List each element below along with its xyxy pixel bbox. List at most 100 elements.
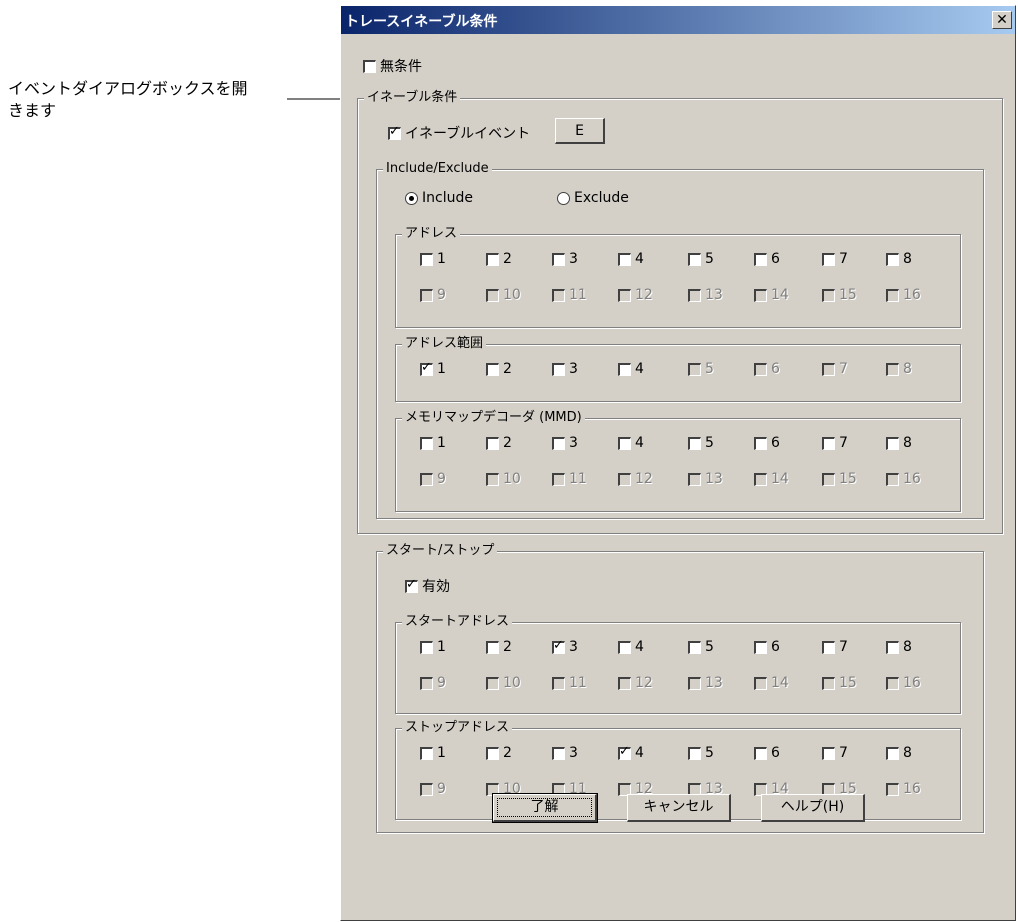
address-checkbox-4[interactable]: 4 xyxy=(618,251,644,267)
stop-address-checkbox-1[interactable]: 1 xyxy=(420,745,446,761)
unconditional-box[interactable] xyxy=(363,59,376,73)
address-checkbox-5[interactable]: 5 xyxy=(688,251,714,267)
ok-button[interactable]: 了解 xyxy=(492,793,598,823)
exclude-radio-circle[interactable] xyxy=(557,191,570,205)
address-range-checkbox-3-box[interactable] xyxy=(552,362,565,376)
address-checkbox-7-box[interactable] xyxy=(822,252,835,266)
start-stop-valid-checkbox[interactable]: 有効 xyxy=(405,576,450,596)
mmd-checkbox-2-box[interactable] xyxy=(486,436,499,450)
cancel-button[interactable]: キャンセル xyxy=(627,794,731,822)
start-address-checkbox-10-label: 10 xyxy=(503,675,521,691)
stop-address-checkbox-4[interactable]: 4 xyxy=(618,744,644,761)
address-checkbox-2-box[interactable] xyxy=(486,252,499,266)
address-checkbox-6[interactable]: 6 xyxy=(754,251,780,267)
help-button[interactable]: ヘルプ(H) xyxy=(761,794,865,822)
stop-address-checkbox-1-box[interactable] xyxy=(420,746,433,760)
event-e-button[interactable]: E xyxy=(555,118,605,144)
address-range-checkbox-2-box[interactable] xyxy=(486,362,499,376)
address-checkbox-1[interactable]: 1 xyxy=(420,251,446,267)
mmd-checkbox-2[interactable]: 2 xyxy=(486,435,512,451)
start-address-checkbox-5-box[interactable] xyxy=(688,640,701,654)
stop-address-checkbox-3-box[interactable] xyxy=(552,746,565,760)
include-radio-circle[interactable] xyxy=(405,191,418,205)
stop-address-checkbox-6[interactable]: 6 xyxy=(754,745,780,761)
stop-address-checkbox-2[interactable]: 2 xyxy=(486,745,512,761)
start-address-checkbox-2[interactable]: 2 xyxy=(486,639,512,655)
address-checkbox-15-label: 15 xyxy=(839,287,857,303)
address-checkbox-13-label: 13 xyxy=(705,287,723,303)
address-checkbox-16-label: 16 xyxy=(903,287,921,303)
mmd-checkbox-4[interactable]: 4 xyxy=(618,435,644,451)
start-address-checkbox-7[interactable]: 7 xyxy=(822,639,848,655)
mmd-checkbox-1-box[interactable] xyxy=(420,436,433,450)
stop-address-checkbox-5-box[interactable] xyxy=(688,746,701,760)
address-checkbox-4-box[interactable] xyxy=(618,252,631,266)
mmd-checkbox-3-box[interactable] xyxy=(552,436,565,450)
address-checkbox-8[interactable]: 8 xyxy=(886,251,912,267)
start-address-checkbox-1-box[interactable] xyxy=(420,640,433,654)
mmd-checkbox-4-box[interactable] xyxy=(618,436,631,450)
start-stop-valid-box[interactable] xyxy=(405,577,418,593)
stop-address-checkbox-4-box[interactable] xyxy=(618,744,631,760)
stop-address-checkbox-9: 9 xyxy=(420,781,446,797)
start-address-checkbox-3[interactable]: 3 xyxy=(552,638,578,655)
start-address-checkbox-3-box[interactable] xyxy=(552,638,565,654)
address-checkbox-7[interactable]: 7 xyxy=(822,251,848,267)
mmd-checkbox-5[interactable]: 5 xyxy=(688,435,714,451)
mmd-checkbox-7-box[interactable] xyxy=(822,436,835,450)
start-address-checkbox-2-box[interactable] xyxy=(486,640,499,654)
address-range-checkbox-1[interactable]: 1 xyxy=(420,360,446,377)
stop-address-checkbox-8-box[interactable] xyxy=(886,746,899,760)
address-checkbox-5-box[interactable] xyxy=(688,252,701,266)
mmd-checkbox-5-box[interactable] xyxy=(688,436,701,450)
stop-address-checkbox-5[interactable]: 5 xyxy=(688,745,714,761)
address-checkbox-3-box[interactable] xyxy=(552,252,565,266)
start-address-checkbox-4[interactable]: 4 xyxy=(618,639,644,655)
address-checkbox-3[interactable]: 3 xyxy=(552,251,578,267)
start-address-checkbox-5[interactable]: 5 xyxy=(688,639,714,655)
mmd-checkbox-1[interactable]: 1 xyxy=(420,435,446,451)
mmd-checkbox-8-box[interactable] xyxy=(886,436,899,450)
address-checkbox-6-box[interactable] xyxy=(754,252,767,266)
start-address-checkbox-6-box[interactable] xyxy=(754,640,767,654)
close-button[interactable]: ✕ xyxy=(992,11,1012,29)
address-range-checkbox-1-box[interactable] xyxy=(420,360,433,376)
start-stop-valid-label: 有効 xyxy=(422,579,450,595)
title-bar[interactable]: トレースイネーブル条件 ✕ xyxy=(341,6,1015,34)
enable-event-checkbox[interactable]: イネーブルイベント xyxy=(388,123,530,143)
address-range-checkbox-4[interactable]: 4 xyxy=(618,361,644,377)
enable-event-box[interactable] xyxy=(388,124,401,140)
start-address-checkbox-6[interactable]: 6 xyxy=(754,639,780,655)
include-radio[interactable]: Include xyxy=(405,190,473,206)
start-address-checkbox-4-box[interactable] xyxy=(618,640,631,654)
address-range-checkbox-2[interactable]: 2 xyxy=(486,361,512,377)
address-checkbox-1-box[interactable] xyxy=(420,252,433,266)
address-range-checkbox-4-box[interactable] xyxy=(618,362,631,376)
start-address-checkbox-8[interactable]: 8 xyxy=(886,639,912,655)
address-checkbox-9-label: 9 xyxy=(437,287,446,303)
mmd-checkbox-8[interactable]: 8 xyxy=(886,435,912,451)
mmd-checkbox-7[interactable]: 7 xyxy=(822,435,848,451)
stop-address-checkbox-7[interactable]: 7 xyxy=(822,745,848,761)
mmd-checkbox-3[interactable]: 3 xyxy=(552,435,578,451)
address-checkbox-8-box[interactable] xyxy=(886,252,899,266)
mmd-checkbox-6[interactable]: 6 xyxy=(754,435,780,451)
stop-address-checkbox-6-box[interactable] xyxy=(754,746,767,760)
stop-address-checkbox-8[interactable]: 8 xyxy=(886,745,912,761)
stop-address-checkbox-7-box[interactable] xyxy=(822,746,835,760)
start-address-checkbox-7-box[interactable] xyxy=(822,640,835,654)
start-address-checkbox-1[interactable]: 1 xyxy=(420,639,446,655)
mmd-checkbox-6-box[interactable] xyxy=(754,436,767,450)
address-checkbox-2[interactable]: 2 xyxy=(486,251,512,267)
include-exclude-legend: Include/Exclude xyxy=(383,160,492,178)
address-checkbox-4-label: 4 xyxy=(635,251,644,267)
address-range-checkbox-3[interactable]: 3 xyxy=(552,361,578,377)
stop-address-checkbox-3[interactable]: 3 xyxy=(552,745,578,761)
stop-address-checkbox-2-box[interactable] xyxy=(486,746,499,760)
address-checkbox-6-label: 6 xyxy=(771,251,780,267)
address-checkbox-11-label: 11 xyxy=(569,287,587,303)
unconditional-label: 無条件 xyxy=(380,59,422,75)
start-address-checkbox-8-box[interactable] xyxy=(886,640,899,654)
unconditional-checkbox[interactable]: 無条件 xyxy=(363,56,422,76)
exclude-radio[interactable]: Exclude xyxy=(557,190,629,206)
